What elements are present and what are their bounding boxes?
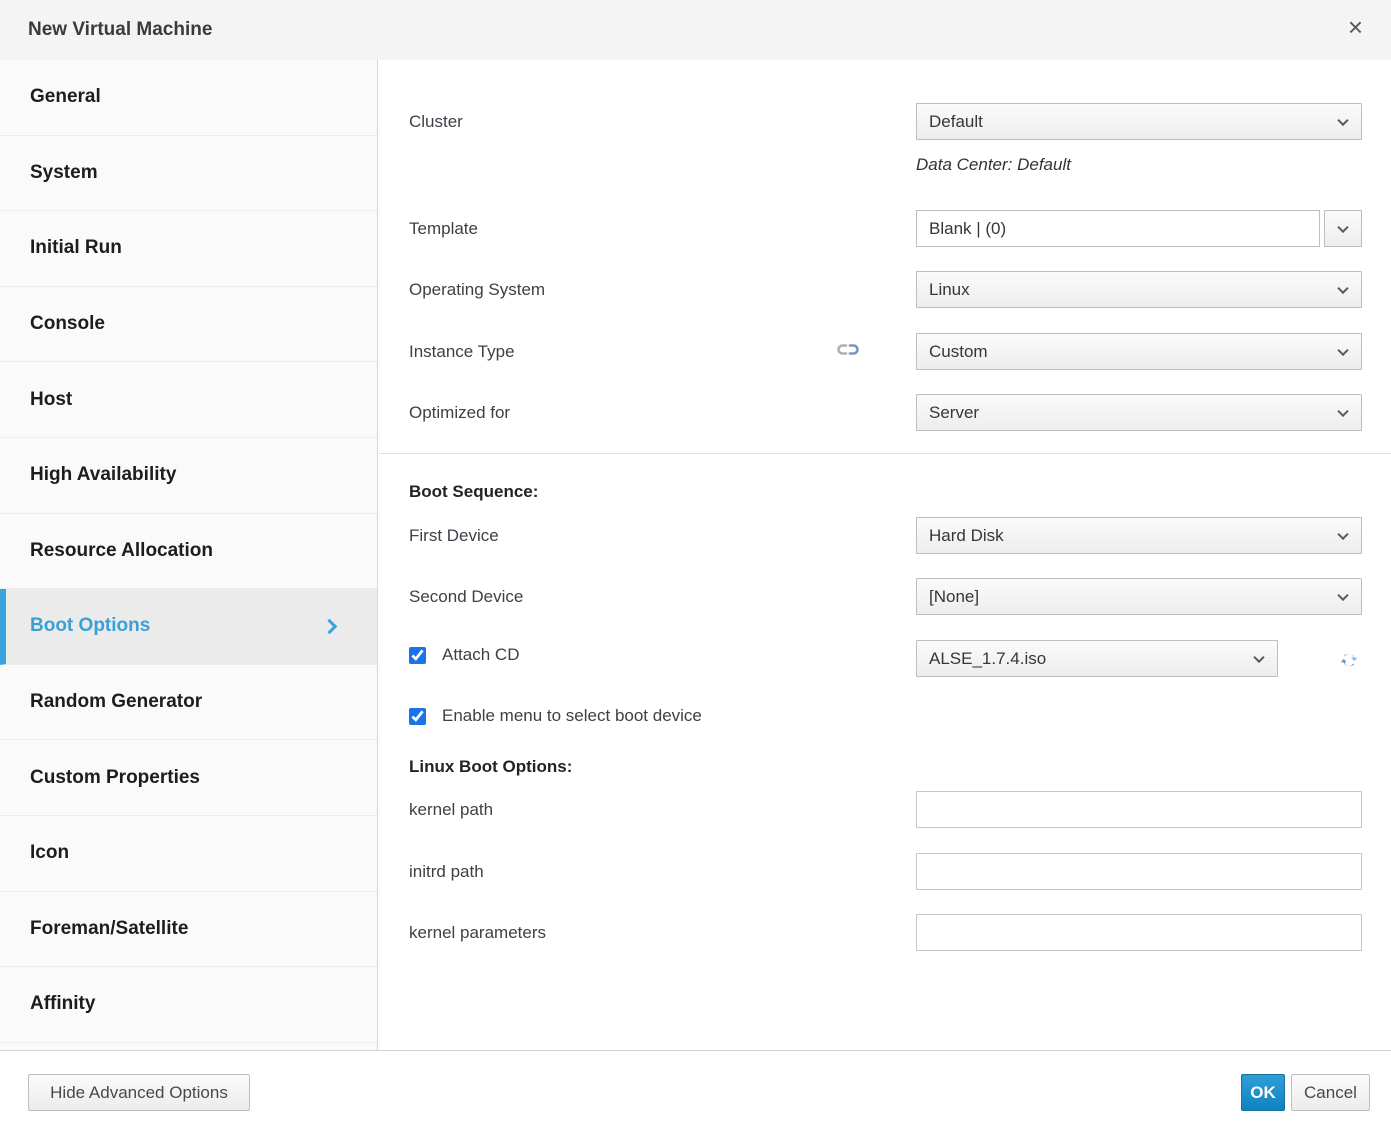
sidebar-item-initial-run[interactable]: Initial Run: [0, 211, 377, 287]
optimized-for-select[interactable]: Server: [916, 394, 1362, 431]
boot-menu-row: Enable menu to select boot device: [409, 706, 702, 726]
new-vm-dialog: New Virtual Machine × General System Ini…: [0, 0, 1391, 1122]
sidebar-item-high-availability[interactable]: High Availability: [0, 438, 377, 514]
operating-system-label: Operating System: [409, 271, 545, 308]
linux-boot-options-heading: Linux Boot Options:: [409, 757, 572, 777]
chevron-down-icon: [1337, 221, 1348, 232]
template-value: Blank | (0): [929, 219, 1006, 239]
hide-advanced-options-button[interactable]: Hide Advanced Options: [28, 1074, 250, 1111]
unlink-chain-icon: [837, 342, 859, 362]
optimized-for-value: Server: [929, 403, 979, 423]
sidebar-item-label: Foreman/Satellite: [30, 918, 188, 940]
attach-cd-row: Attach CD: [409, 645, 519, 665]
kernel-path-label: kernel path: [409, 791, 493, 828]
sidebar-item-label: Host: [30, 389, 72, 411]
dialog-header: New Virtual Machine ×: [0, 0, 1391, 60]
section-divider: [379, 453, 1391, 454]
sidebar-item-label: High Availability: [30, 464, 176, 486]
second-device-label: Second Device: [409, 578, 523, 615]
optimized-for-label: Optimized for: [409, 394, 510, 431]
boot-sequence-heading: Boot Sequence:: [409, 482, 538, 502]
sidebar-item-system[interactable]: System: [0, 136, 377, 212]
boot-options-panel: Cluster Default Data Center: Default Tem…: [379, 60, 1391, 1050]
chevron-down-icon: [1337, 282, 1348, 293]
sidebar-item-label: General: [30, 86, 101, 108]
kernel-parameters-input[interactable]: [916, 914, 1362, 951]
cancel-button[interactable]: Cancel: [1291, 1074, 1370, 1111]
sidebar-item-label: Affinity: [30, 993, 95, 1015]
attach-cd-label: Attach CD: [442, 645, 519, 665]
chevron-down-icon: [1337, 344, 1348, 355]
boot-menu-label: Enable menu to select boot device: [442, 706, 702, 726]
operating-system-select[interactable]: Linux: [916, 271, 1362, 308]
sidebar-item-resource-allocation[interactable]: Resource Allocation: [0, 514, 377, 590]
initrd-path-label: initrd path: [409, 853, 484, 890]
sidebar-item-host[interactable]: Host: [0, 362, 377, 438]
first-device-label: First Device: [409, 517, 499, 554]
sidebar-item-label: Initial Run: [30, 237, 122, 259]
sidebar-item-label: Custom Properties: [30, 767, 200, 789]
template-dropdown-button[interactable]: [1324, 210, 1362, 247]
chevron-down-icon: [1337, 589, 1348, 600]
cluster-select[interactable]: Default: [916, 103, 1362, 140]
ok-button[interactable]: OK: [1241, 1074, 1285, 1111]
initrd-path-input[interactable]: [916, 853, 1362, 890]
template-label: Template: [409, 210, 478, 247]
sidebar-item-label: System: [30, 162, 98, 184]
second-device-select[interactable]: [None]: [916, 578, 1362, 615]
close-icon[interactable]: ×: [1342, 0, 1369, 54]
instance-type-select[interactable]: Custom: [916, 333, 1362, 370]
instance-type-value: Custom: [929, 342, 988, 362]
dialog-title: New Virtual Machine: [28, 0, 212, 60]
data-center-hint: Data Center: Default: [916, 150, 1071, 180]
cluster-select-value: Default: [929, 112, 983, 132]
kernel-path-input[interactable]: [916, 791, 1362, 828]
boot-menu-checkbox[interactable]: [409, 708, 426, 725]
sidebar-item-console[interactable]: Console: [0, 287, 377, 363]
cluster-label: Cluster: [409, 103, 463, 140]
second-device-value: [None]: [929, 587, 979, 607]
attach-cd-iso-select[interactable]: ALSE_1.7.4.iso: [916, 640, 1278, 677]
chevron-down-icon: [1253, 651, 1264, 662]
operating-system-value: Linux: [929, 280, 970, 300]
chevron-down-icon: [1337, 114, 1348, 125]
chevron-down-icon: [1337, 405, 1348, 416]
attach-cd-iso-value: ALSE_1.7.4.iso: [929, 649, 1046, 669]
sidebar-item-label: Icon: [30, 842, 69, 864]
attach-cd-checkbox[interactable]: [409, 647, 426, 664]
sidebar-item-foreman-satellite[interactable]: Foreman/Satellite: [0, 892, 377, 968]
sidebar-item-label: Boot Options: [30, 615, 150, 637]
first-device-value: Hard Disk: [929, 526, 1004, 546]
chevron-down-icon: [1337, 528, 1348, 539]
first-device-select[interactable]: Hard Disk: [916, 517, 1362, 554]
instance-type-label: Instance Type: [409, 333, 515, 370]
sidebar-item-random-generator[interactable]: Random Generator: [0, 665, 377, 741]
refresh-icon[interactable]: [1340, 651, 1358, 674]
dialog-footer: Hide Advanced Options OK Cancel: [0, 1050, 1391, 1122]
sidebar-item-general[interactable]: General: [0, 60, 377, 136]
sidebar-item-label: Console: [30, 313, 105, 335]
sidebar-item-custom-properties[interactable]: Custom Properties: [0, 740, 377, 816]
sidebar-item-boot-options[interactable]: Boot Options: [0, 589, 377, 665]
sidebar-item-affinity[interactable]: Affinity: [0, 967, 377, 1043]
chevron-right-icon: [322, 619, 338, 635]
sidebar-item-label: Resource Allocation: [30, 540, 213, 562]
sidebar: General System Initial Run Console Host …: [0, 60, 378, 1050]
sidebar-item-label: Random Generator: [30, 691, 202, 713]
kernel-parameters-label: kernel parameters: [409, 914, 546, 951]
template-combobox[interactable]: Blank | (0): [916, 210, 1320, 247]
sidebar-item-icon[interactable]: Icon: [0, 816, 377, 892]
